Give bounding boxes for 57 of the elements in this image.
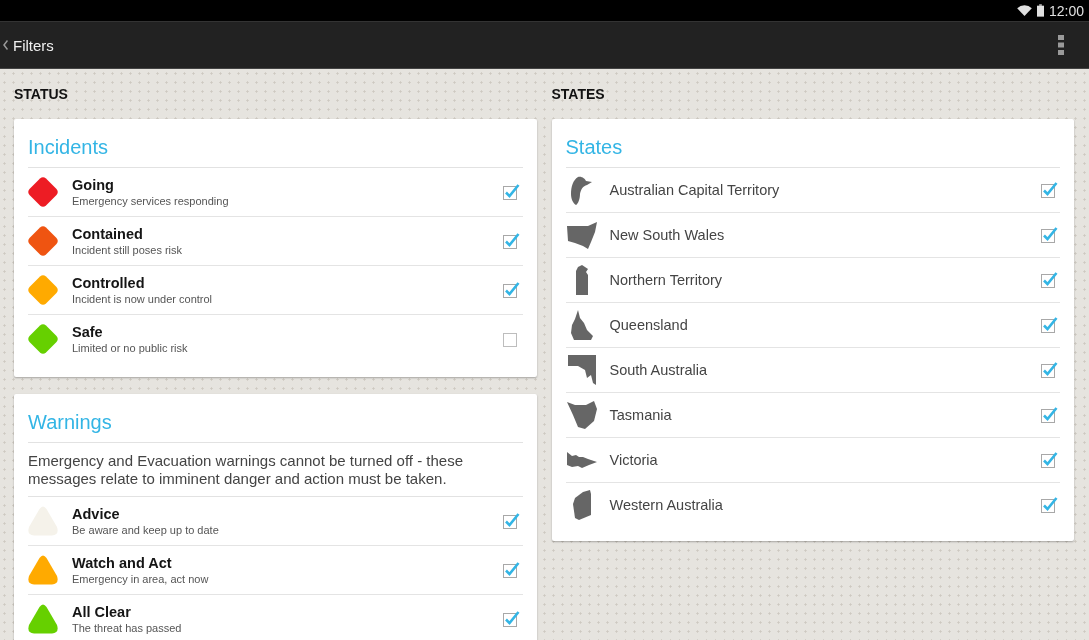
state-map-icon	[575, 265, 588, 295]
checkbox[interactable]	[1040, 316, 1058, 334]
state-name: Western Australia	[609, 497, 724, 513]
clock-time: 12:00	[1048, 2, 1084, 19]
item-description: Incident is now under control	[72, 291, 213, 306]
state-name: Australian Capital Territory	[609, 182, 781, 198]
item-description: Be aware and keep up to date	[72, 522, 219, 537]
checkbox[interactable]	[1040, 361, 1058, 379]
checkbox[interactable]	[501, 232, 520, 250]
checkbox[interactable]	[1040, 406, 1058, 424]
item-title: Safe	[72, 323, 103, 341]
warning-note: Emergency and Evacuation warnings cannot be turned off - these messages relate to imminent danger and action must be taken.	[28, 452, 464, 488]
checkbox[interactable]	[1040, 271, 1058, 289]
state-map-icon	[567, 355, 596, 385]
back-chevron-icon	[3, 40, 8, 50]
checkbox[interactable]	[1040, 181, 1058, 199]
item-description: Incident still poses risk	[72, 242, 183, 257]
checkbox[interactable]	[1040, 226, 1058, 244]
back-button[interactable]: Filters	[0, 22, 58, 68]
item-description: Limited or no public risk	[72, 340, 188, 355]
card-title: Incidents	[28, 119, 523, 168]
item-title: All Clear	[72, 603, 131, 621]
item-title: Going	[72, 176, 114, 194]
state-name: Victoria	[609, 452, 659, 468]
checkbox[interactable]	[501, 183, 520, 201]
item-title: Controlled	[72, 274, 145, 292]
checkbox[interactable]	[501, 330, 520, 348]
item-description: Emergency in area, act now	[72, 571, 209, 586]
state-name: South Australia	[609, 362, 709, 378]
item-description: The threat has passed	[72, 620, 182, 635]
state-name: Queensland	[609, 317, 689, 333]
state-map-icon	[572, 490, 591, 520]
section-heading: STATES	[551, 86, 605, 103]
state-map-icon	[571, 175, 592, 205]
state-map-icon	[566, 401, 597, 429]
checkbox[interactable]	[1040, 496, 1058, 514]
state-map-icon	[566, 221, 597, 249]
item-title: Advice	[72, 505, 120, 523]
state-name: New South Wales	[609, 227, 726, 243]
state-name: Northern Territory	[609, 272, 724, 288]
wifi-icon	[1016, 5, 1032, 16]
state-name: Tasmania	[609, 407, 673, 423]
item-title: Contained	[72, 225, 143, 243]
state-map-icon	[570, 310, 593, 340]
battery-icon	[1036, 4, 1044, 17]
checkbox[interactable]	[1040, 451, 1058, 469]
checkbox[interactable]	[501, 610, 520, 628]
item-title: Watch and Act	[72, 554, 172, 572]
card-title: States	[565, 119, 1060, 168]
checkbox[interactable]	[501, 281, 520, 299]
overflow-menu-icon[interactable]	[1058, 35, 1064, 55]
section-heading: STATUS	[14, 86, 68, 103]
card-title: Warnings	[28, 394, 523, 443]
checkbox[interactable]	[501, 512, 520, 530]
checkbox[interactable]	[501, 561, 520, 579]
state-map-icon	[566, 452, 597, 468]
item-description: Emergency services responding	[72, 193, 229, 208]
